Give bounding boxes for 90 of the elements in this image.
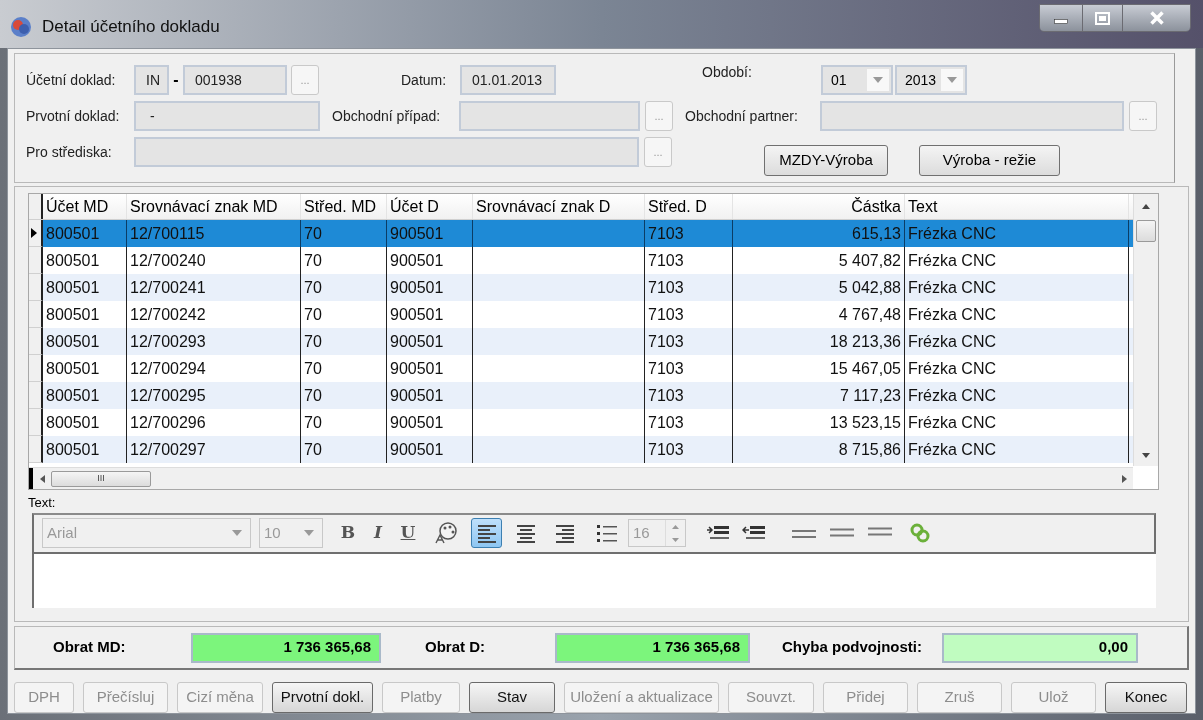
bold-button[interactable]: B [337,520,359,546]
field-label: Datum: [401,70,448,90]
window-title: Detail účetního dokladu [42,16,220,38]
date-field[interactable]: 01.01.2013 [460,65,556,95]
scroll-up-icon [1142,204,1150,209]
column-header[interactable]: Srovnávací znak D [473,194,645,219]
column-header[interactable]: Srovnávací znak MD [127,194,301,219]
table-cell: 12/700297 [127,436,301,463]
row-header-cell[interactable] [29,436,43,463]
field-label: Prvotní doklad: [26,106,121,126]
underline-button[interactable]: U [397,520,419,546]
dash-separator: - [172,70,180,90]
current-row-icon [31,228,37,238]
total-field: 1 736 365,68 [191,632,381,663]
field-label: Období: [702,63,753,82]
vertical-scrollbar[interactable] [1133,194,1158,466]
table-row[interactable]: 800501 12/700293 70 900501 7103 18 213,36 Frézka CNC [29,328,1133,355]
close-icon [1149,11,1164,25]
minimize-icon [1054,18,1068,24]
dropdown-arrow-icon [232,530,242,536]
table-cell: 900501 [387,436,473,463]
row-header-cell[interactable] [29,355,43,382]
palette-icon [434,521,458,545]
column-header[interactable]: Účet MD [43,194,127,219]
table-cell: 8 715,86 [733,436,905,463]
row-header-cell[interactable] [29,382,43,409]
column-header[interactable]: Text [905,194,1129,219]
dropdown-arrow-icon [304,530,314,536]
table-row[interactable]: 800501 12/700241 70 900501 7103 5 042,88 Frézka CNC [29,274,1133,301]
column-header[interactable]: Střed. D [645,194,733,219]
table-cell: Frézka CNC [905,436,1129,463]
total-label: Obrat MD: [53,637,127,658]
italic-button[interactable]: I [367,520,389,546]
editor-label: Text: [28,494,56,512]
row-header-cell[interactable] [29,409,43,436]
table-row[interactable]: 800501 12/700295 70 900501 7103 7 117,23 Frézka CNC [29,382,1133,409]
close-button[interactable] [1122,5,1190,31]
dropdown-arrow-icon [873,77,883,83]
column-header[interactable]: Účet D [387,194,473,219]
field-label: Pro střediska: [26,142,113,162]
maximize-button[interactable] [1082,5,1122,31]
action-button[interactable]: Stav [469,682,555,713]
column-header[interactable]: Střed. MD [301,194,387,219]
row-header-corner [29,194,43,219]
row-header-cell[interactable] [29,274,43,301]
align-left-button[interactable] [471,518,502,548]
total-label: Obrat D: [425,637,486,658]
preset-button[interactable]: MZDY-Výroba [764,145,888,176]
period-combo[interactable]: 01 [821,65,893,95]
total-label: Chyba podvojnosti: [782,637,923,658]
app-icon [10,16,32,38]
total-field: 0,00 [942,632,1138,663]
scroll-right-icon [1121,474,1127,483]
scroll-down-icon [1142,453,1150,458]
business-partner-field[interactable] [820,101,1124,131]
scroll-thumb[interactable] [1136,220,1156,242]
primary-document-field[interactable]: - [134,101,320,131]
total-field: 1 736 365,68 [555,632,750,663]
field-label: Obchodní partner: [685,106,799,126]
table-cell: 800501 [43,436,127,463]
document-number-field[interactable]: 001938 [183,65,287,95]
period-combo[interactable]: 2013 [895,65,967,95]
cost-centers-field[interactable] [134,137,639,167]
dropdown-arrow-icon [947,77,957,83]
business-case-field[interactable] [459,101,640,131]
column-header[interactable]: Částka [733,194,905,219]
row-header-cell[interactable] [29,301,43,328]
minimize-button[interactable] [1040,5,1082,31]
horizontal-scrollbar[interactable]: III [29,467,1133,489]
link-icon [909,522,931,544]
scroll-left-icon [39,474,45,483]
series-field[interactable]: IN [134,65,169,95]
action-button[interactable]: Prvotní dokl. [272,682,373,713]
table-cell: 70 [301,436,387,463]
scroll-thumb[interactable]: III [51,470,151,487]
row-header-cell[interactable] [29,247,43,274]
line-spacing-icon [830,526,854,540]
maximize-icon [1095,11,1110,25]
row-header-cell[interactable] [29,220,43,247]
field-label: Obchodní případ: [332,106,442,126]
spin-down-icon [672,537,679,542]
preset-button[interactable]: Výroba - režie [919,145,1060,176]
row-header-cell[interactable] [29,328,43,355]
field-label: Účetní doklad: [26,70,117,90]
bullet-list-icon [597,524,617,542]
table-cell: 7103 [645,436,733,463]
table-row[interactable]: 800501 12/700297 70 900501 7103 8 715,86 Frézka CNC [29,436,1133,463]
table-row[interactable]: 800501 12/700115 70 900501 7103 615,13 Frézka CNC [29,220,1133,247]
spin-up-icon [672,524,679,529]
action-button[interactable]: Konec [1105,682,1187,713]
